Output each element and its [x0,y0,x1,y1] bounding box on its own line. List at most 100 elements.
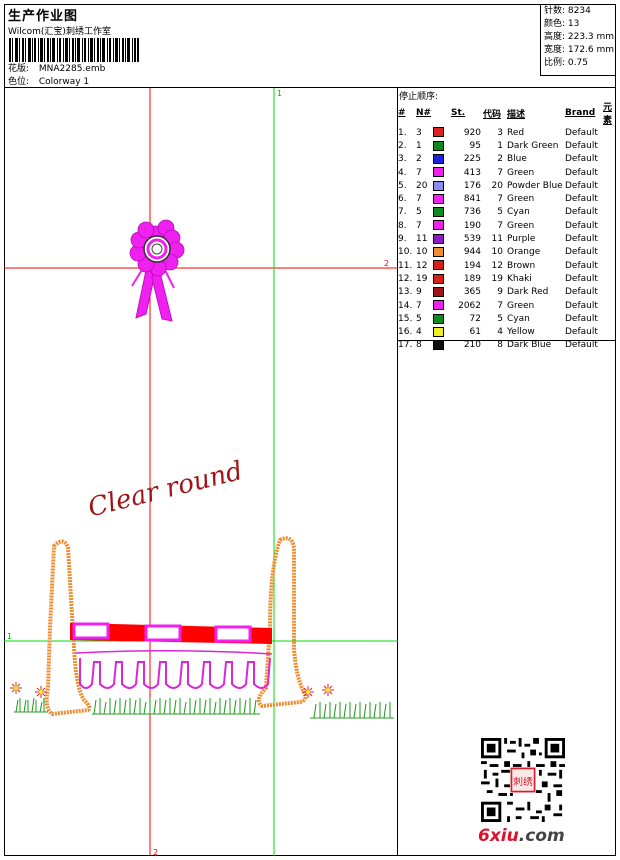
table-header-row: # N# St. 代码 描述 Brand 元素 [398,100,616,126]
row-brand: Default [565,167,598,178]
row-brand: Default [565,340,598,351]
color-swatch [433,233,444,244]
colorway-label: 色位: [8,77,30,87]
col-number: # [398,108,406,118]
stop-sequence-panel: 停止顺序: # N# St. 代码 描述 Brand 元素 1. 3 920 3 Red… [398,88,616,350]
stop-sequence-body: 1. 3 920 3 Red Default 2. 1 95 1 Dark Green Default… [398,126,616,352]
row-brand: Default [565,287,598,298]
row-number: 10. [398,247,413,258]
embroidery-preview: 1 1 2 2 Clear round [4,88,398,857]
design-file: MNA2285.emb [38,64,106,74]
jump-fence [44,536,308,717]
color-swatch [433,193,444,204]
row-element [603,339,616,352]
row-code: 5 [497,313,503,324]
row-brand: Default [565,273,598,284]
col-brand: Brand [565,108,596,118]
row-element [603,232,616,245]
row-swatch [433,272,451,285]
row-needle: 19 [416,273,428,284]
site-logo[interactable]: 6xiu.com [478,826,565,846]
colorway-row: 色位: Colorway 1 [8,74,89,87]
row-number: 13. [398,287,413,298]
color-swatch [433,167,444,178]
flowers [10,682,334,698]
col-code: 代码 [483,109,502,120]
row-brand: Default [565,260,598,271]
row-element [603,312,616,325]
row-code: 20 [491,180,503,191]
row-needle: 2 [416,154,422,165]
row-brand: Default [565,180,598,191]
row-swatch [433,325,451,338]
row-brand: Default [565,327,598,338]
row-description: Dark Red [507,287,549,298]
row-needle: 1 [416,140,422,151]
color-swatch [433,220,444,231]
row-needle: 11 [416,234,428,245]
sheet-header: 生产作业图 Wilcom(汇宝)刺绣工作室 花版: MNA2285.emb 色位… [4,4,616,88]
row-stitches: 2062 [458,300,481,311]
row-brand: Default [565,220,598,231]
row-code: 7 [497,167,503,178]
row-stitches: 176 [463,180,481,191]
row-stitches: 194 [463,260,481,271]
table-row: 2. 1 95 1 Dark Green Default [398,139,616,152]
row-code: 2 [497,154,503,165]
row-stitches: 225 [463,154,481,165]
row-element [603,166,616,179]
row-brand: Default [565,140,598,151]
row-swatch [433,192,451,205]
row-description: Cyan [507,207,530,218]
row-element [603,246,616,259]
table-row: 12. 19 189 19 Khaki Default [398,272,616,285]
design-width: 宽度: 172.6 mm [544,45,615,55]
row-needle: 3 [416,127,422,138]
row-number: 14. [398,300,413,311]
row-brand: Default [565,154,598,165]
table-row: 9. 11 539 11 Purple Default [398,232,616,245]
row-swatch [433,206,451,219]
color-swatch [433,340,444,351]
row-swatch [433,286,451,299]
qr-stamp-text: 刺绣 [513,775,533,788]
color-swatch [433,140,444,151]
row-element [603,259,616,272]
row-brand: Default [565,194,598,205]
row-swatch [433,339,451,352]
row-swatch [433,153,451,166]
row-stitches: 210 [463,340,481,351]
row-stitches: 72 [469,313,481,324]
site-logo-tld: .com [518,826,565,846]
row-stitches: 413 [463,167,481,178]
table-row: 16. 4 61 4 Yellow Default [398,325,616,338]
barcode [9,38,139,62]
col-element: 元素 [603,103,613,126]
row-code: 3 [497,127,503,138]
row-swatch [433,166,451,179]
col-stitches: St. [451,108,466,118]
row-code: 11 [491,234,503,245]
row-swatch [433,219,451,232]
table-row: 7. 5 736 5 Cyan Default [398,206,616,219]
row-needle: 7 [416,194,422,205]
row-swatch [433,312,451,325]
row-description: Purple [507,234,536,245]
stitch-count: 针数: 8234 [544,6,591,16]
colorway-value: Colorway 1 [38,77,90,87]
color-swatch [433,180,444,191]
row-description: Green [507,300,535,311]
table-row: 10. 10 944 10 Orange Default [398,246,616,259]
row-stitches: 95 [469,140,481,151]
color-count: 颜色: 13 [544,19,580,29]
row-description: Green [507,167,535,178]
rosette-ribbon [129,219,185,322]
row-brand: Default [565,207,598,218]
row-code: 8 [497,340,503,351]
row-needle: 12 [416,260,428,271]
row-description: Cyan [507,313,530,324]
col-needle: N# [416,108,432,118]
table-row: 3. 2 225 2 Blue Default [398,153,616,166]
row-number: 17. [398,340,413,351]
col-swatch [433,100,451,126]
